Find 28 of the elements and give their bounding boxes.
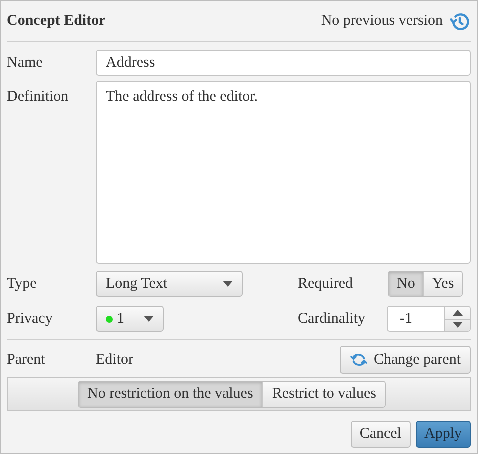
caret-icon [144,316,154,322]
caret-icon [223,281,233,287]
up-arrow-icon[interactable] [452,310,462,316]
parent-value: Editor [96,350,134,370]
apply-button[interactable]: Apply [416,421,471,448]
field-label: Name [7,54,44,73]
name-field[interactable]: Address [96,50,471,76]
field-label: Definition [7,88,70,107]
cardinality-spinner[interactable]: -1 [387,306,471,332]
dialog-title: Concept Editor [7,12,106,32]
field-label: Privacy [7,310,54,329]
type-dropdown[interactable]: Long Text [96,271,243,297]
definition-field[interactable]: The address of the editor. [96,81,471,264]
restriction-option[interactable]: Restrict to values [262,382,386,406]
cancel-button[interactable]: Cancel [350,421,410,448]
field-label: Cardinality [298,310,366,329]
down-arrow-icon[interactable] [452,322,462,328]
version-status: No previous version [321,12,443,32]
change-parent-button[interactable]: Change parent [340,346,471,374]
toggle-option[interactable]: No [389,272,424,296]
toggle-option[interactable]: Yes [423,272,462,296]
refresh-icon [350,352,368,368]
history-icon [449,10,471,32]
field-label: Required [298,274,354,294]
field-label: Type [7,274,38,294]
privacy-dropdown[interactable]: 1 [96,306,164,332]
restriction-option[interactable]: No restriction on the values [78,382,262,406]
field-label: Parent [7,350,46,370]
